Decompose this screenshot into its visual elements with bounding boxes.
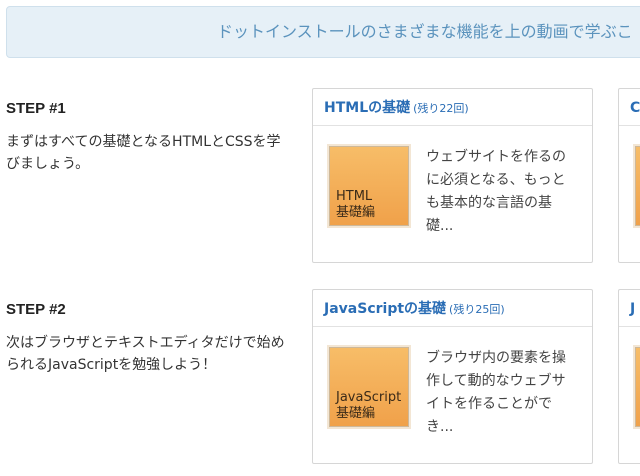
course-thumbnail[interactable]: JavaScript 基礎編 bbox=[329, 347, 409, 427]
course-title-link[interactable]: J bbox=[630, 301, 635, 317]
info-banner: ドットインストールのさまざまな機能を上の動画で学ぶこ bbox=[6, 6, 640, 58]
thumbnail-label: HTML 基礎編 bbox=[336, 189, 376, 220]
course-thumbnail[interactable] bbox=[635, 347, 640, 427]
page: ドットインストールのさまざまな機能を上の動画で学ぶこ STEP #1 まずはすべ… bbox=[0, 0, 640, 476]
step-title: STEP #1 bbox=[6, 100, 66, 117]
step-description: 次はブラウザとテキストエディタだけで始められるJavaScriptを勉強しよう！ bbox=[6, 335, 285, 373]
card-header: C bbox=[619, 89, 640, 126]
course-description: ウェブサイトを作るのに必須となる、もっとも基本的な言語の基礎... bbox=[426, 149, 566, 234]
info-banner-text: ドットインストールのさまざまな機能を上の動画で学ぶこ bbox=[217, 22, 633, 41]
course-title-link[interactable]: JavaScriptの基礎 bbox=[324, 301, 446, 317]
course-card-partial[interactable]: J bbox=[618, 289, 640, 464]
card-header: J bbox=[619, 290, 640, 327]
remaining-count: (残り22回) bbox=[413, 102, 469, 115]
step-description: まずはすべての基礎となるHTMLとCSSを学びましょう。 bbox=[6, 134, 281, 172]
thumbnail-label: JavaScript 基礎編 bbox=[336, 390, 402, 421]
card-header: HTMLの基礎 (残り22回) bbox=[313, 89, 592, 126]
course-title-link[interactable]: HTMLの基礎 bbox=[324, 100, 410, 116]
course-card-partial[interactable]: C bbox=[618, 88, 640, 263]
remaining-count: (残り25回) bbox=[449, 303, 505, 316]
course-thumbnail[interactable] bbox=[635, 146, 640, 226]
course-card-javascript[interactable]: JavaScriptの基礎 (残り25回) JavaScript 基礎編 ブラウザ… bbox=[312, 289, 593, 464]
course-card-html[interactable]: HTMLの基礎 (残り22回) HTML 基礎編 ウェブサイトを作るのに必須となる… bbox=[312, 88, 593, 263]
course-thumbnail[interactable]: HTML 基礎編 bbox=[329, 146, 409, 226]
course-title-link[interactable]: C bbox=[630, 100, 640, 116]
step-title: STEP #2 bbox=[6, 301, 66, 318]
step-1-section: STEP #1 まずはすべての基礎となるHTMLとCSSを学びましょう。 bbox=[6, 100, 286, 175]
course-description: ブラウザ内の要素を操作して動的なウェブサイトを作ることができ... bbox=[426, 350, 566, 435]
step-2-section: STEP #2 次はブラウザとテキストエディタだけで始められるJavaScrip… bbox=[6, 301, 286, 376]
card-header: JavaScriptの基礎 (残り25回) bbox=[313, 290, 592, 327]
